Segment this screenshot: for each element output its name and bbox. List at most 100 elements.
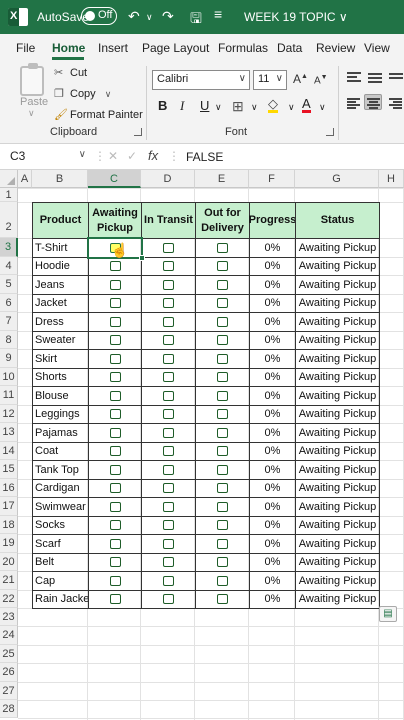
- awaiting-pickup-cell[interactable]: [88, 404, 142, 424]
- row-header-1[interactable]: 1: [0, 188, 18, 202]
- awaiting-pickup-cell[interactable]: [88, 386, 142, 406]
- awaiting-pickup-cell[interactable]: [88, 534, 142, 554]
- out-for-delivery-cell[interactable]: [195, 312, 250, 332]
- out-for-delivery-checkbox[interactable]: [217, 390, 228, 401]
- awaiting-pickup-checkbox[interactable]: [109, 335, 121, 346]
- product-cell[interactable]: Dress: [32, 312, 89, 332]
- in-transit-cell[interactable]: [141, 478, 196, 498]
- awaiting-pickup-cell[interactable]: [88, 330, 142, 350]
- out-for-delivery-cell[interactable]: [195, 589, 250, 609]
- out-for-delivery-checkbox[interactable]: [217, 538, 228, 549]
- row-header-19[interactable]: 19: [0, 534, 18, 553]
- row-header-12[interactable]: 12: [0, 404, 18, 423]
- column-header-f[interactable]: F: [249, 170, 295, 188]
- in-transit-checkbox[interactable]: [163, 372, 174, 383]
- font-name-select[interactable]: Calibri ∨: [152, 70, 250, 90]
- row-header-4[interactable]: 4: [0, 256, 18, 275]
- in-transit-checkbox[interactable]: [163, 557, 174, 568]
- in-transit-cell[interactable]: [141, 386, 196, 406]
- product-cell[interactable]: Skirt: [32, 349, 89, 369]
- out-for-delivery-cell[interactable]: [195, 349, 250, 369]
- row-header-26[interactable]: 26: [0, 663, 18, 682]
- fill-handle[interactable]: [139, 254, 145, 261]
- out-for-delivery-checkbox[interactable]: [217, 316, 228, 327]
- document-title[interactable]: WEEK 19 TOPIC ∨: [244, 10, 348, 24]
- in-transit-cell[interactable]: [141, 534, 196, 554]
- quick-analysis-icon[interactable]: ▤: [379, 606, 397, 622]
- row-header-10[interactable]: 10: [0, 367, 18, 386]
- out-for-delivery-checkbox[interactable]: [217, 242, 228, 253]
- out-for-delivery-cell[interactable]: [195, 293, 250, 313]
- in-transit-checkbox[interactable]: [163, 538, 174, 549]
- in-transit-checkbox[interactable]: [163, 427, 174, 438]
- out-for-delivery-checkbox[interactable]: [217, 594, 228, 605]
- product-cell[interactable]: T-Shirt: [32, 238, 89, 258]
- out-for-delivery-cell[interactable]: [195, 386, 250, 406]
- awaiting-pickup-checkbox[interactable]: [109, 372, 121, 383]
- in-transit-checkbox[interactable]: [163, 353, 174, 364]
- out-for-delivery-checkbox[interactable]: [217, 446, 228, 457]
- undo-dropdown-icon[interactable]: ∨: [146, 12, 153, 23]
- awaiting-pickup-cell[interactable]: [88, 552, 142, 572]
- awaiting-pickup-cell[interactable]: [88, 275, 142, 295]
- row-header-24[interactable]: 24: [0, 626, 18, 645]
- awaiting-pickup-cell[interactable]: [88, 515, 142, 535]
- in-transit-cell[interactable]: [141, 497, 196, 517]
- in-transit-checkbox[interactable]: [163, 520, 174, 531]
- awaiting-pickup-checkbox[interactable]: [109, 390, 121, 401]
- in-transit-cell[interactable]: [141, 256, 196, 276]
- awaiting-pickup-checkbox[interactable]: [109, 427, 121, 438]
- awaiting-pickup-checkbox[interactable]: [109, 520, 121, 531]
- product-cell[interactable]: Rain Jacket: [32, 589, 89, 609]
- out-for-delivery-checkbox[interactable]: [217, 501, 228, 512]
- underline-button[interactable]: U: [200, 98, 209, 113]
- paste-dropdown-icon[interactable]: ∨: [28, 108, 35, 119]
- cancel-entry-icon[interactable]: ✕: [108, 149, 118, 163]
- in-transit-cell[interactable]: [141, 349, 196, 369]
- awaiting-pickup-cell[interactable]: [88, 293, 142, 313]
- paste-label[interactable]: Paste: [20, 96, 48, 108]
- awaiting-pickup-cell[interactable]: [88, 497, 142, 517]
- awaiting-pickup-cell[interactable]: [88, 423, 142, 443]
- cut-button[interactable]: ✂ Cut: [54, 66, 87, 79]
- formula-input[interactable]: FALSE: [186, 150, 223, 164]
- in-transit-checkbox[interactable]: [163, 409, 174, 420]
- product-cell[interactable]: Jeans: [32, 275, 89, 295]
- product-cell[interactable]: Coat: [32, 441, 89, 461]
- awaiting-pickup-cell[interactable]: [88, 441, 142, 461]
- product-cell[interactable]: Swimwear: [32, 497, 89, 517]
- out-for-delivery-cell[interactable]: [195, 478, 250, 498]
- awaiting-pickup-cell[interactable]: [88, 349, 142, 369]
- paste-icon[interactable]: [20, 63, 44, 96]
- row-header-6[interactable]: 6: [0, 293, 18, 312]
- tab-view[interactable]: View: [364, 41, 390, 55]
- awaiting-pickup-checkbox[interactable]: [109, 409, 121, 420]
- out-for-delivery-checkbox[interactable]: [217, 298, 228, 309]
- product-cell[interactable]: Jacket: [32, 293, 89, 313]
- row-header-16[interactable]: 16: [0, 478, 18, 497]
- bold-button[interactable]: B: [158, 98, 167, 113]
- font-size-select[interactable]: 11 ∨: [253, 70, 287, 90]
- row-header-7[interactable]: 7: [0, 312, 18, 331]
- align-bottom-icon[interactable]: [387, 70, 404, 86]
- in-transit-cell[interactable]: [141, 423, 196, 443]
- decrease-font-size-icon[interactable]: A▼: [314, 74, 328, 86]
- out-for-delivery-cell[interactable]: [195, 552, 250, 572]
- product-cell[interactable]: Hoodie: [32, 256, 89, 276]
- product-cell[interactable]: Leggings: [32, 404, 89, 424]
- awaiting-pickup-checkbox[interactable]: [109, 501, 121, 512]
- awaiting-pickup-cell[interactable]: [88, 478, 142, 498]
- row-header-28[interactable]: 28: [0, 700, 18, 719]
- row-header-5[interactable]: 5: [0, 275, 18, 294]
- insert-function-icon[interactable]: fx: [148, 148, 158, 163]
- row-header-11[interactable]: 11: [0, 386, 18, 405]
- tab-data[interactable]: Data: [277, 41, 302, 55]
- product-cell[interactable]: Pajamas: [32, 423, 89, 443]
- row-header-23[interactable]: 23: [0, 608, 18, 627]
- row-header-20[interactable]: 20: [0, 552, 18, 571]
- fill-color-icon[interactable]: ◇: [268, 97, 278, 113]
- copy-dropdown-icon[interactable]: ∨: [105, 89, 112, 99]
- awaiting-pickup-checkbox[interactable]: [109, 575, 121, 586]
- in-transit-cell[interactable]: [141, 312, 196, 332]
- row-header-17[interactable]: 17: [0, 497, 18, 516]
